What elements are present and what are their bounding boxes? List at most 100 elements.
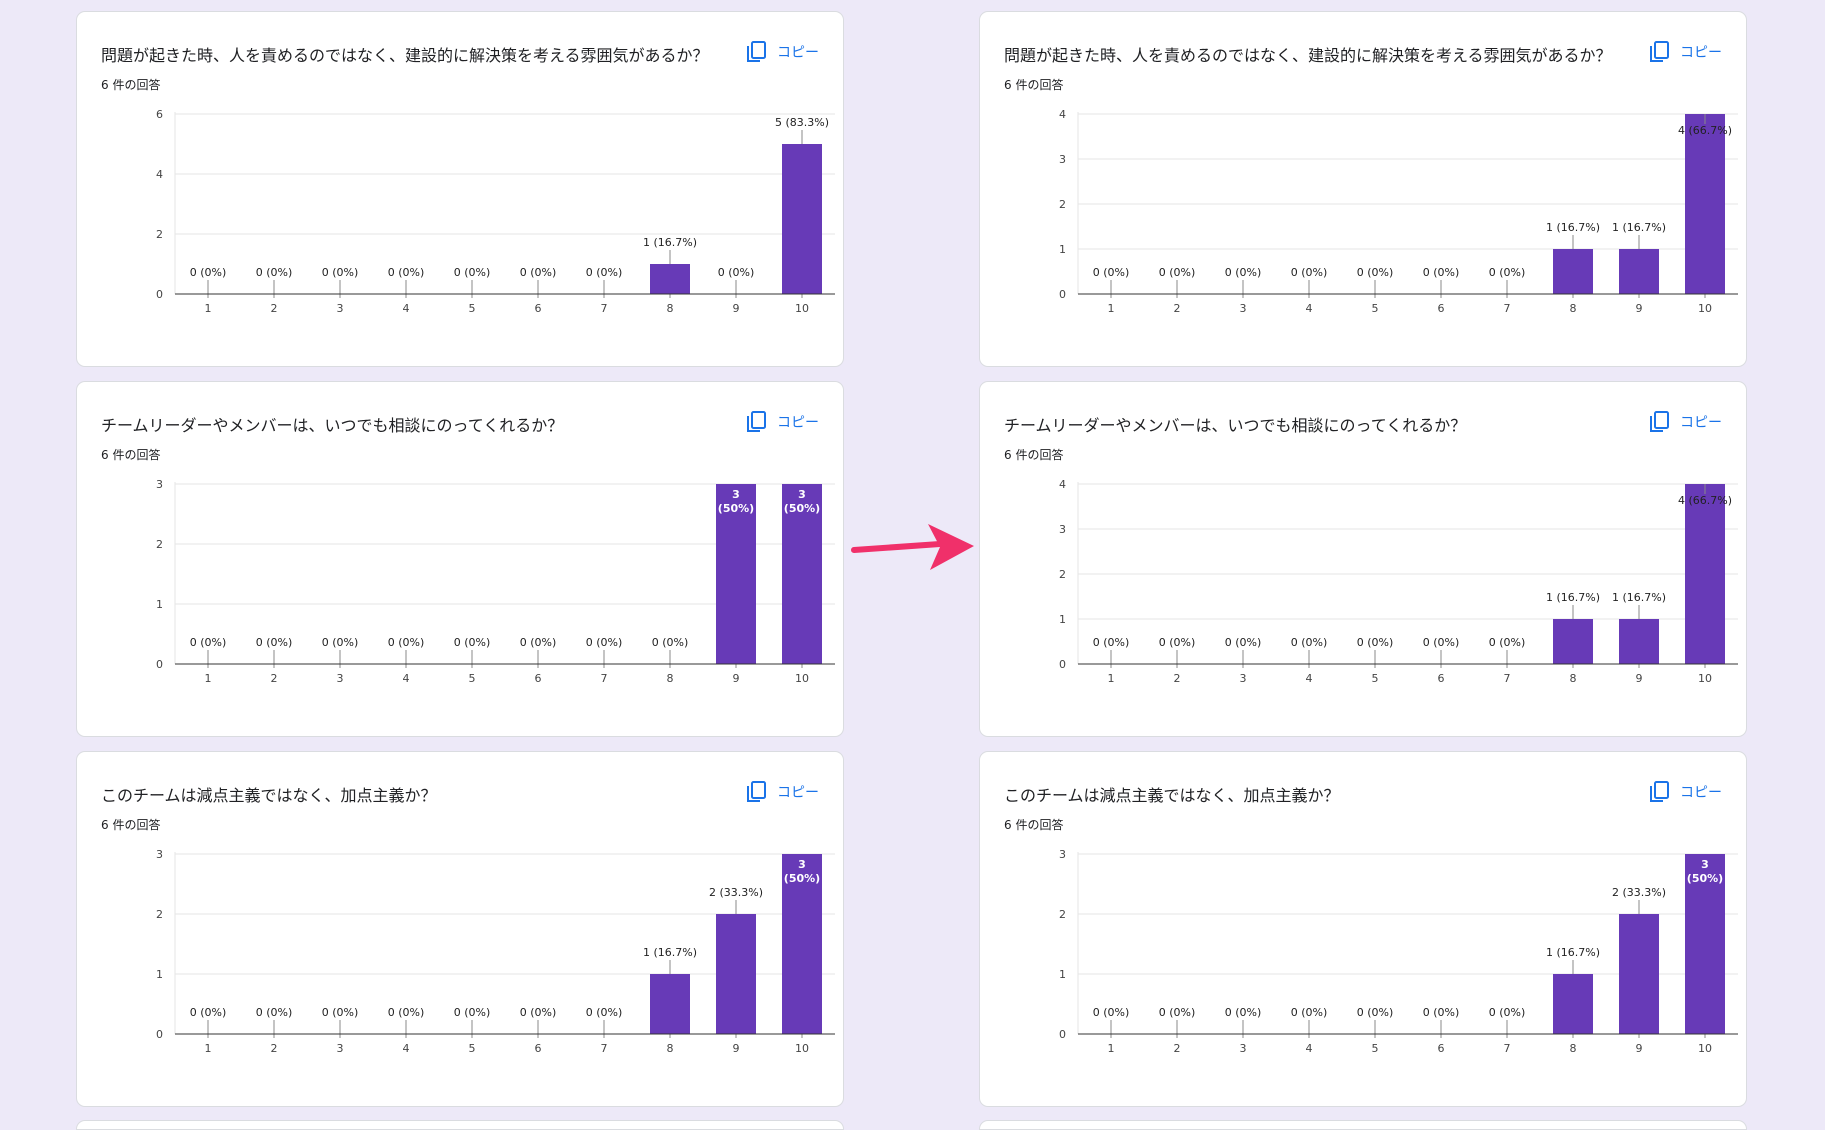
bar-chart: 0 1 2 3 1 0 (0%) 2 0 (0%) 3 0 (0%) 4 0 (0%) 5 0 (0%) 6…	[156, 848, 835, 1055]
x-tick-label: 10	[1698, 1042, 1712, 1055]
chart-card: 問題が起きた時、人を責めるのではなく、建設的に解決策を考える雰囲気があるか？ 6…	[979, 11, 1747, 367]
data-label: 1 (16.7%)	[643, 946, 697, 959]
data-label: 2 (33.3%)	[1612, 886, 1666, 899]
data-label: 0 (0%)	[1489, 266, 1526, 279]
bar	[1553, 249, 1593, 294]
data-label: 0 (0%)	[1423, 1006, 1460, 1019]
x-tick-label: 10	[1698, 302, 1712, 315]
x-tick-label: 1	[205, 302, 212, 315]
chart-card: このチームは減点主義ではなく、加点主義か？ 6 件の回答 コピー 012310 …	[76, 751, 844, 1107]
x-tick-label: 8	[1570, 1042, 1577, 1055]
x-tick-label: 6	[535, 1042, 542, 1055]
x-tick-label: 2	[271, 302, 278, 315]
x-tick-label: 7	[1504, 302, 1511, 315]
data-label: 0 (0%)	[256, 1006, 293, 1019]
y-tick-label: 4	[156, 168, 163, 181]
data-label: 0 (0%)	[520, 636, 557, 649]
x-tick-label: 6	[535, 672, 542, 685]
data-label: 1 (16.7%)	[1612, 221, 1666, 234]
data-label: 3	[798, 858, 806, 871]
data-label: 0 (0%)	[256, 266, 293, 279]
data-label: 0 (0%)	[1093, 636, 1130, 649]
x-tick-label: 10	[795, 672, 809, 685]
y-tick-label: 3	[1059, 848, 1066, 861]
x-tick-label: 3	[1240, 1042, 1247, 1055]
data-label: 0 (0%)	[520, 1006, 557, 1019]
data-label: (50%)	[718, 502, 754, 515]
x-tick-label: 9	[1636, 1042, 1643, 1055]
x-tick-label: 7	[601, 1042, 608, 1055]
x-tick-label: 10	[1698, 672, 1712, 685]
data-label: 0 (0%)	[1225, 1006, 1262, 1019]
x-tick-label: 6	[1438, 672, 1445, 685]
data-label: 0 (0%)	[1423, 266, 1460, 279]
y-tick-label: 0	[1059, 658, 1066, 671]
y-tick-label: 2	[1059, 198, 1066, 211]
data-label: 0 (0%)	[1357, 266, 1394, 279]
y-tick-label: 4	[1059, 108, 1066, 121]
y-tick-label: 2	[156, 908, 163, 921]
x-tick-label: 4	[1306, 302, 1313, 315]
data-label: 1 (16.7%)	[1546, 221, 1600, 234]
chart-card: このチームは減点主義ではなく、加点主義か？ 6 件の回答 コピー 012310 …	[979, 751, 1747, 1107]
arrow-icon	[851, 524, 974, 570]
data-label: 0 (0%)	[1159, 1006, 1196, 1019]
data-label: 0 (0%)	[388, 266, 425, 279]
bar	[1553, 974, 1593, 1034]
y-tick-label: 1	[1059, 968, 1066, 981]
bar	[1553, 619, 1593, 664]
data-label: 0 (0%)	[190, 1006, 227, 1019]
x-tick-label: 5	[1372, 672, 1379, 685]
x-tick-label: 3	[1240, 302, 1247, 315]
y-tick-label: 3	[1059, 153, 1066, 166]
x-tick-label: 1	[205, 672, 212, 685]
x-tick-label: 2	[1174, 1042, 1181, 1055]
data-label: 4 (66.7%)	[1678, 494, 1732, 507]
y-tick-label: 1	[1059, 613, 1066, 626]
x-tick-label: 9	[733, 1042, 740, 1055]
chart-card: 問題が起きた時、人を責めるのではなく、建設的に解決策を考える雰囲気があるか？ 6…	[76, 11, 844, 367]
x-tick-label: 1	[1108, 1042, 1115, 1055]
x-tick-label: 4	[403, 1042, 410, 1055]
data-label: (50%)	[784, 872, 820, 885]
x-tick-label: 6	[535, 302, 542, 315]
data-label: 3	[1701, 858, 1709, 871]
x-tick-label: 9	[1636, 672, 1643, 685]
data-label: (50%)	[1687, 872, 1723, 885]
bar-chart: 0 1 2 3 4 1 0 (0%) 2 0 (0%) 3 0 (0%) 4 0 (0%) 5 0 (0%)…	[1059, 108, 1738, 315]
bar-chart: 0 1 2 3 1 0 (0%) 2 0 (0%) 3 0 (0%) 4 0 (0%) 5 0 (0%) 6…	[156, 478, 835, 685]
x-tick-label: 1	[1108, 672, 1115, 685]
x-tick-label: 7	[601, 672, 608, 685]
bar	[1685, 114, 1725, 294]
data-label: 0 (0%)	[1423, 636, 1460, 649]
data-label: 0 (0%)	[388, 636, 425, 649]
data-label: (50%)	[784, 502, 820, 515]
y-tick-label: 1	[1059, 243, 1066, 256]
data-label: 0 (0%)	[1489, 636, 1526, 649]
x-tick-label: 10	[795, 302, 809, 315]
data-label: 0 (0%)	[1093, 1006, 1130, 1019]
data-label: 0 (0%)	[586, 266, 623, 279]
y-tick-label: 2	[1059, 908, 1066, 921]
data-label: 5 (83.3%)	[775, 116, 829, 129]
y-tick-label: 3	[1059, 523, 1066, 536]
bar	[716, 914, 756, 1034]
data-label: 0 (0%)	[322, 636, 359, 649]
x-tick-label: 7	[601, 302, 608, 315]
x-tick-label: 5	[469, 1042, 476, 1055]
data-label: 0 (0%)	[256, 636, 293, 649]
data-label: 0 (0%)	[1225, 266, 1262, 279]
chart-card: チームリーダーやメンバーは、いつでも相談にのってくれるか？ 6 件の回答 コピー…	[979, 381, 1747, 737]
data-label: 1 (16.7%)	[1546, 946, 1600, 959]
data-label: 4 (66.7%)	[1678, 124, 1732, 137]
data-label: 2 (33.3%)	[709, 886, 763, 899]
data-label: 0 (0%)	[1291, 1006, 1328, 1019]
data-label: 1 (16.7%)	[1546, 591, 1600, 604]
y-tick-label: 0	[156, 288, 163, 301]
x-tick-label: 2	[1174, 672, 1181, 685]
y-tick-label: 0	[1059, 1028, 1066, 1041]
x-tick-label: 9	[1636, 302, 1643, 315]
x-tick-label: 5	[1372, 302, 1379, 315]
data-label: 0 (0%)	[586, 1006, 623, 1019]
x-tick-label: 8	[667, 302, 674, 315]
